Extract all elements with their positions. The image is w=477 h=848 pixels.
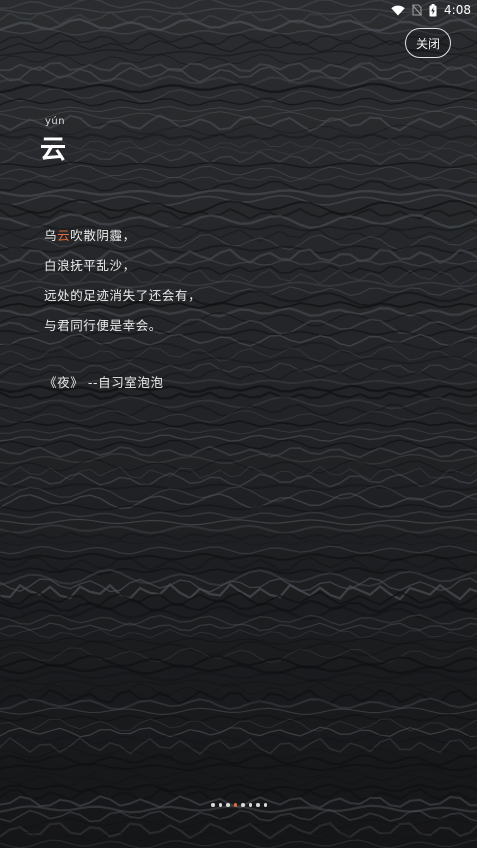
- close-button[interactable]: 关闭: [405, 28, 451, 58]
- poem-line: 远处的足迹消失了还会有，: [44, 286, 201, 316]
- poem-source: 《夜》 --自习室泡泡: [44, 375, 164, 390]
- poem-line: 白浪抚平乱沙，: [44, 256, 201, 286]
- wifi-icon: [391, 5, 405, 15]
- poem-line-text: 吹散阴霾，: [70, 228, 136, 243]
- poem-highlight-word: 云: [57, 228, 71, 243]
- page-dot: [218, 803, 222, 807]
- page-dot: [241, 803, 245, 807]
- battery-charging-icon: [429, 3, 437, 16]
- word-pinyin: yún: [45, 116, 66, 127]
- poem-line-text: 远处的足迹消失了还会有，: [44, 288, 202, 303]
- page-dot-active: [233, 803, 237, 807]
- word-block: yún 云: [40, 116, 66, 166]
- status-bar: 4:08: [391, 0, 477, 20]
- page-dot: [211, 803, 215, 807]
- poem-line-text: 白浪抚平乱沙，: [44, 258, 136, 273]
- poem-line: 乌云吹散阴霾，: [44, 226, 201, 256]
- water-background-image: [0, 0, 477, 848]
- page-dot: [263, 803, 267, 807]
- word-card-screen: 4:08 关闭 yún 云 乌云吹散阴霾， 白浪抚平乱沙， 远处的足迹消失了还会…: [0, 0, 477, 848]
- status-time: 4:08: [444, 3, 471, 17]
- poem-line-text: 与君同行便是幸会。: [44, 318, 162, 333]
- poem-text: 乌云吹散阴霾， 白浪抚平乱沙， 远处的足迹消失了还会有， 与君同行便是幸会。: [44, 226, 201, 346]
- page-dot: [226, 803, 230, 807]
- no-sim-icon: [412, 4, 422, 16]
- page-indicator: [211, 803, 267, 807]
- poem-line-text: 乌: [44, 228, 58, 243]
- poem-line: 与君同行便是幸会。: [44, 316, 201, 346]
- page-dot: [248, 803, 252, 807]
- word-character: 云: [40, 135, 67, 165]
- page-dot: [256, 803, 260, 807]
